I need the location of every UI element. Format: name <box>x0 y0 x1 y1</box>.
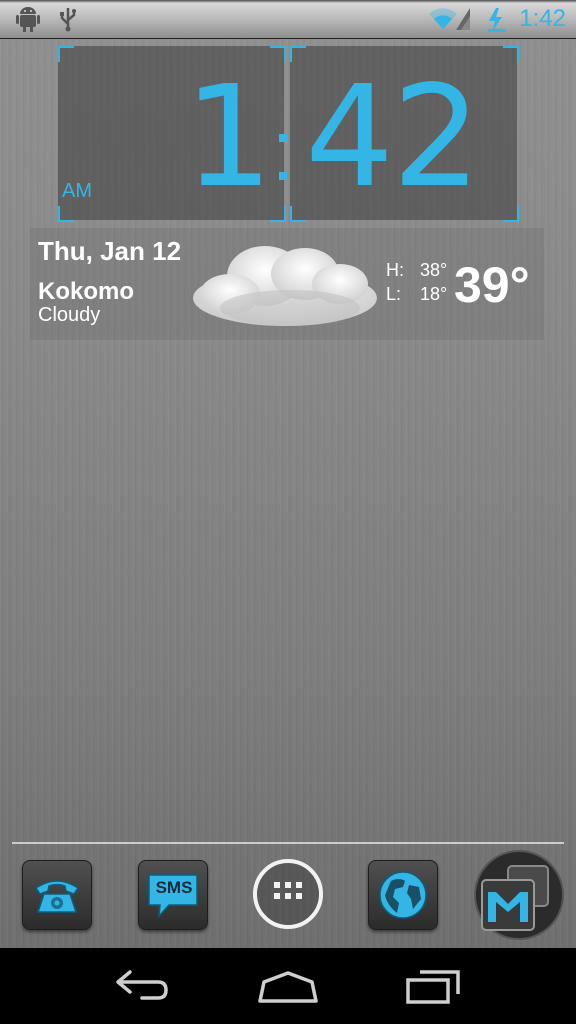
recent-apps-icon <box>406 970 460 1004</box>
android-debug-icon <box>16 6 40 37</box>
back-button[interactable] <box>112 968 172 1009</box>
signal-icon <box>456 8 470 35</box>
status-bar[interactable]: 1:42 <box>0 0 576 39</box>
usb-icon <box>58 6 78 37</box>
clock-hour: 1 <box>184 56 273 219</box>
home-icon <box>258 971 318 1003</box>
low-temp: 18° <box>420 284 448 304</box>
globe-icon <box>377 869 429 926</box>
recent-apps-button[interactable] <box>404 968 462 1009</box>
clock-corner <box>58 206 74 222</box>
clock-minutes: 42 <box>305 56 481 219</box>
current-temp: 39° <box>454 257 530 313</box>
browser-app-button[interactable] <box>368 860 438 930</box>
gmail-icon <box>474 850 564 944</box>
high-label: H: <box>386 260 404 280</box>
home-button[interactable] <box>256 970 320 1009</box>
high-temp: 38° <box>420 260 448 280</box>
phone-app-button[interactable] <box>22 860 92 930</box>
app-drawer-button[interactable] <box>252 858 323 929</box>
low-label: L: <box>386 284 402 304</box>
clock-corner <box>290 46 306 62</box>
clock-corner <box>270 46 286 62</box>
clock-corner <box>503 46 519 62</box>
gmail-app-button[interactable] <box>474 850 564 940</box>
clock-corner <box>503 206 519 222</box>
back-arrow-icon <box>116 970 168 1000</box>
dock-divider <box>12 842 564 844</box>
weather-condition: Cloudy <box>38 304 101 326</box>
weather-date: Thu, Jan 12 <box>38 236 182 266</box>
weather-city: Kokomo <box>38 278 134 305</box>
status-time: 1:42 <box>519 5 566 32</box>
clock-corner <box>58 46 74 62</box>
clock-colon <box>279 106 289 200</box>
wifi-icon <box>428 8 458 35</box>
weather-high-low: H: 38° L: 18° <box>386 258 447 306</box>
phone-icon <box>32 874 82 921</box>
app-drawer-icon <box>252 859 324 934</box>
navigation-bar <box>0 948 576 1024</box>
battery-charging-icon <box>486 7 508 38</box>
clock-corner <box>290 206 306 222</box>
sms-label: SMS <box>155 878 193 897</box>
clock-ampm: AM <box>62 180 92 202</box>
clock-corner <box>270 206 286 222</box>
weather-widget[interactable]: Thu, Jan 12 Kokomo Cloudy H: 38° L: 18° 39… <box>30 228 544 340</box>
messaging-app-button[interactable]: SMS <box>138 860 208 930</box>
clock-widget[interactable]: 1 42 AM <box>58 46 519 222</box>
cloud-icon <box>190 236 380 341</box>
